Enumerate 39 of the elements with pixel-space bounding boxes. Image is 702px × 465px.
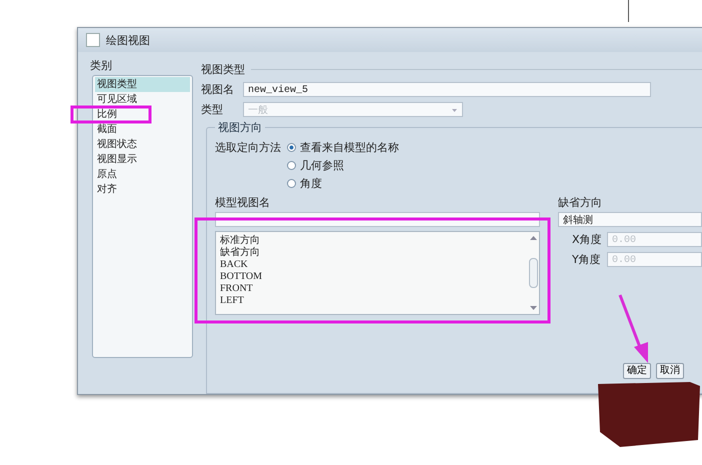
section-heading: 视图类型 [201, 62, 245, 77]
group-heading: 视图方向 [215, 120, 265, 135]
field-label: 缺省方向 [558, 195, 603, 210]
category-item[interactable]: 可见区域 [95, 92, 190, 107]
radio-label: 查看来自模型的名称 [300, 140, 399, 155]
list-item[interactable]: FRONT [220, 283, 523, 295]
field-label: 选取定向方法 [215, 140, 281, 156]
dialog-button[interactable]: 确定 [623, 363, 651, 379]
field-label: 类型 [201, 102, 224, 117]
scroll-down-icon[interactable] [530, 306, 536, 311]
field-label: 模型视图名 [215, 195, 271, 210]
radio-label: 角度 [300, 176, 322, 191]
radio-button[interactable] [287, 179, 296, 188]
category-item[interactable]: 视图状态 [95, 137, 190, 152]
list-item[interactable]: BOTTOM [220, 271, 523, 283]
radio-button[interactable] [287, 161, 296, 170]
category-item[interactable]: 视图类型 [95, 77, 190, 92]
radio-button[interactable] [287, 143, 296, 152]
field-label: Y角度 [572, 252, 602, 267]
dialog-button[interactable]: 取消 [656, 363, 684, 379]
field-label: 视图名 [201, 82, 235, 97]
list-item[interactable]: 缺省方向 [220, 247, 523, 259]
category-item[interactable]: 截面 [95, 122, 190, 137]
category-item[interactable]: 视图显示 [95, 152, 190, 167]
view-name-field[interactable]: new_view_5 [243, 82, 651, 97]
list-item[interactable]: LEFT [220, 295, 523, 307]
category-label: 类别 [90, 58, 113, 73]
list-item[interactable]: 标准方向 [220, 235, 523, 247]
scroll-up-icon[interactable] [530, 235, 536, 240]
radio-label: 几何参照 [300, 158, 344, 173]
default-orientation-dropdown[interactable]: 斜轴测 [558, 212, 702, 227]
category-item[interactable]: 比例 [95, 107, 190, 122]
list-item[interactable]: BACK [220, 259, 523, 271]
window-icon [86, 33, 100, 47]
field-label: X角度 [572, 232, 603, 247]
category-item[interactable]: 对齐 [95, 182, 190, 197]
category-item[interactable]: 原点 [95, 167, 190, 182]
annotation-arrow [618, 294, 648, 363]
window-title: 绘图视图 [106, 32, 150, 48]
